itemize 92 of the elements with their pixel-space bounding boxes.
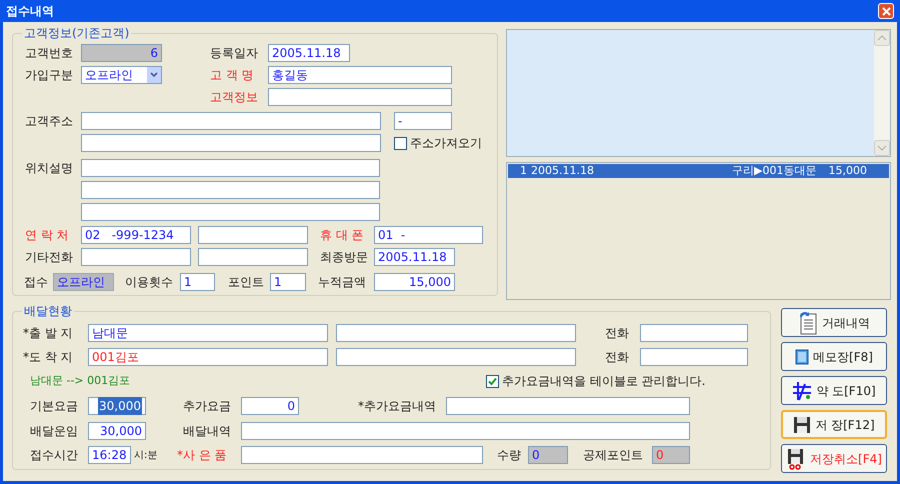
input-field[interactable] [81,134,381,152]
checkbox[interactable] [394,136,407,150]
history-row[interactable]: 1 2005.11.18 구리▶001동대문 15,000 [508,164,889,178]
field-label: 공제포인트 [583,447,644,464]
input-field[interactable] [81,248,191,266]
input-field[interactable]: 01 - [374,226,483,244]
field-label: 고 객 명 [210,67,255,84]
field-label: *추가요금내역 [358,398,437,415]
field-label: 기타전화 [24,249,74,266]
field-label: *사 은 품 [177,447,228,464]
field-label: 최종방문 [320,249,369,266]
input-field[interactable] [446,397,690,415]
action-button[interactable]: 저 장[F12] [781,410,887,439]
scroll-down-icon[interactable] [874,140,890,156]
row-route: 구리▶001동대문 [732,162,816,179]
input-field[interactable] [241,446,483,464]
input-field[interactable] [81,203,380,221]
time-unit: 시:분 [133,448,158,462]
input-field[interactable] [81,112,381,130]
route-summary: 남대문 --> 001김포 [30,372,132,389]
input-field[interactable] [81,181,380,199]
field-label: 전화 [605,349,630,366]
row-number: 1 [520,162,527,179]
field-label: 추가요금내역을 테이블로 관리합니다. [502,373,706,390]
field-label: 휴 대 폰 [320,227,365,244]
field-label: 등록일자 [210,45,259,62]
field-label: 배달운임 [30,423,79,440]
input-field[interactable]: 0 [241,397,299,415]
field-label: 고객정보 [210,89,259,106]
dropdown[interactable]: 오프라인 [81,66,162,84]
scroll-up-icon[interactable] [874,30,890,46]
input-field[interactable]: 15,000 [374,273,455,291]
input-field[interactable] [640,324,748,342]
input-field[interactable] [81,159,380,177]
input-field[interactable]: 1 [270,273,306,291]
field-label: 누적금액 [318,274,367,291]
input-field[interactable] [198,226,308,244]
input-field[interactable]: 30,000 [88,397,146,415]
field-label: *도 착 지 [22,349,74,366]
input-field[interactable] [268,88,452,106]
group-title: 고객정보(기존고객) [23,25,130,42]
group-title: 배달현황 [23,303,73,320]
field-label: 기본요금 [30,398,79,415]
field-label: *출 발 지 [22,325,74,342]
row-amount: 15,000 [828,162,867,179]
field-label: 수량 [497,447,522,464]
input-field[interactable]: 1 [180,273,215,291]
document-icon [798,310,818,334]
field-label: 고객주소 [24,113,74,130]
field-label: 접수 [23,274,49,291]
field-label: 가입구분 [24,67,74,84]
notepad-icon [795,348,810,364]
field-label: 주소가져오기 [410,135,482,152]
input-field[interactable]: - [394,112,452,130]
input-field[interactable] [336,348,576,366]
action-button[interactable]: 약 도[F10] [781,376,887,405]
close-button[interactable] [878,3,894,19]
field-label: 접수시간 [30,447,79,464]
window-title: 접수내역 [6,3,54,20]
close-icon [882,6,890,16]
input-field[interactable]: 2005.11.18 [268,44,350,62]
input-field[interactable]: 001김포 [88,348,328,366]
field-label: 추가요금 [183,398,232,415]
channel-value: 오프라인 [53,273,114,291]
field-label: 연 락 처 [24,227,70,244]
input-field[interactable]: 홍길동 [268,66,452,84]
map-icon [792,380,812,400]
input-field[interactable]: 16:28 [88,446,131,464]
input-field[interactable] [640,348,748,366]
chevron-down-icon [147,67,161,83]
input-field[interactable]: 0 [528,446,568,464]
input-field[interactable] [198,248,308,266]
row-date: 2005.11.18 [531,162,594,179]
field-label: 전화 [605,325,630,342]
action-button[interactable]: 메모장[F8] [781,342,887,371]
field-label: 포인트 [228,274,265,291]
field-label: 위치설명 [24,160,74,177]
field-label: 배달내역 [183,423,232,440]
input-field[interactable]: 6 [81,44,162,62]
scrollbar[interactable] [874,30,890,156]
input-field[interactable] [241,422,690,440]
action-button[interactable]: 저장취소[F4] [781,444,887,473]
input-field[interactable]: 2005.11.18 [374,248,455,266]
field-label: 이용횟수 [125,274,174,291]
input-field[interactable]: 30,000 [88,422,146,440]
action-button[interactable]: 거래내역 [781,308,887,337]
input-field[interactable]: 02 -999-1234 [81,226,191,244]
memo-area[interactable] [506,29,891,157]
field-label: 고객번호 [24,45,74,62]
checkbox[interactable] [486,374,499,388]
input-field[interactable]: 남대문 [88,324,328,342]
input-field[interactable] [336,324,576,342]
